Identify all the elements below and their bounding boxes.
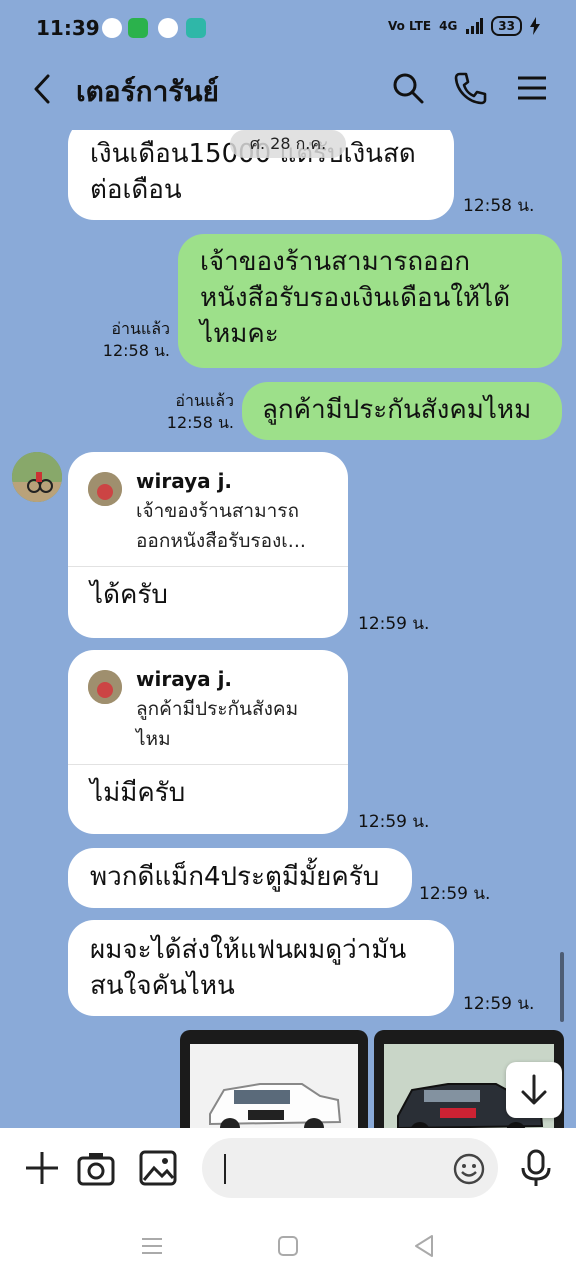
status-bar: 11:39 Vo LTE 4G 33 <box>0 0 576 48</box>
contact-name[interactable]: เตอร์การันย์ <box>76 70 219 114</box>
quoted-message[interactable]: wiraya j. ลูกค้ามีประกันสังคม ไหม <box>68 650 348 765</box>
text-caret <box>224 1154 226 1184</box>
search-icon[interactable] <box>390 70 426 106</box>
quoted-text-line: ไหม <box>136 728 171 750</box>
message-time: 12:59 น. <box>419 884 491 904</box>
recents-icon[interactable] <box>138 1232 166 1260</box>
message-input[interactable] <box>202 1138 498 1198</box>
message-text-line: ผมจะได้ส่งให้แฟนผมดูว่ามัน <box>90 935 407 965</box>
image-message[interactable] <box>180 1030 368 1128</box>
message-time: 12:59 น. <box>463 994 535 1014</box>
quoted-avatar <box>88 472 122 506</box>
message-time: 12:58 น. <box>463 196 535 216</box>
read-receipt: อ่านแล้ว 12:58 น. <box>166 391 234 432</box>
back-nav-icon[interactable] <box>410 1232 438 1260</box>
arrow-down-icon <box>521 1074 547 1105</box>
reply-message[interactable]: wiraya j. เจ้าของร้านสามารถ ออกหนังสือรั… <box>68 452 348 638</box>
quoted-sender: wiraya j. <box>136 667 233 691</box>
outgoing-message[interactable]: เจ้าของร้านสามารถออก หนังสือรับรองเงินเด… <box>178 234 562 368</box>
quoted-text-line: เจ้าของร้านสามารถ <box>136 500 300 522</box>
message-text-line: ต่อเดือน <box>90 175 182 205</box>
read-receipt: อ่านแล้ว 12:58 น. <box>102 319 170 360</box>
message-text: ได้ครับ <box>90 580 168 610</box>
quoted-avatar <box>88 670 122 704</box>
contact-avatar[interactable] <box>12 452 62 502</box>
date-separator: ศ. 28 ก.ค. <box>230 130 346 158</box>
app-notification-icon <box>128 18 148 38</box>
app-icon <box>186 18 206 38</box>
incoming-message[interactable]: ผมจะได้ส่งให้แฟนผมดูว่ามัน สนใจคันไหน <box>68 920 454 1016</box>
status-time: 11:39 <box>36 16 100 40</box>
signal-icon <box>466 18 484 34</box>
message-text-line: ไหมคะ <box>200 319 279 349</box>
quoted-text-line: ลูกค้ามีประกันสังคม <box>136 698 299 720</box>
mic-icon[interactable] <box>516 1148 556 1188</box>
image-icon[interactable] <box>138 1148 178 1188</box>
phone-icon[interactable] <box>452 70 488 106</box>
message-input-bar <box>0 1128 576 1210</box>
reply-message[interactable]: wiraya j. ลูกค้ามีประกันสังคม ไหม ไม่มีค… <box>68 650 348 834</box>
message-text-line: เจ้าของร้านสามารถออก <box>200 247 471 277</box>
outgoing-message[interactable]: ลูกค้ามีประกันสังคมไหม <box>242 382 562 440</box>
quoted-text-line: ออกหนังสือรับรองเ... <box>136 530 306 552</box>
system-nav-bar <box>0 1210 576 1280</box>
message-text: พวกดีแม็ก4ประตูมีมั้ยครับ <box>90 862 380 892</box>
charging-icon <box>530 17 540 35</box>
incoming-message[interactable]: พวกดีแม็ก4ประตูมีมั้ยครับ <box>68 848 412 908</box>
volte-label: Vo LTE <box>387 19 432 33</box>
network-label: 4G <box>439 19 458 33</box>
scroll-to-bottom-button[interactable] <box>506 1062 562 1118</box>
message-time: 12:59 น. <box>358 614 430 634</box>
back-icon[interactable] <box>28 72 58 106</box>
message-text: ลูกค้ามีประกันสังคมไหม <box>262 395 532 425</box>
chat-area[interactable]: เงินเดือน15000 แต่รับเงินสด ต่อเดือน ศ. … <box>0 130 576 1128</box>
quoted-message[interactable]: wiraya j. เจ้าของร้านสามารถ ออกหนังสือรั… <box>68 452 348 567</box>
camera-icon[interactable] <box>76 1148 116 1188</box>
message-text-line: หนังสือรับรองเงินเดือนให้ได้ <box>200 283 511 313</box>
menu-icon[interactable] <box>514 70 550 106</box>
chat-bubble-icon <box>102 18 122 38</box>
quoted-sender: wiraya j. <box>136 469 233 493</box>
truck-photo <box>190 1044 358 1128</box>
avatar-image <box>12 452 62 502</box>
plus-icon[interactable] <box>22 1148 62 1188</box>
scrollbar[interactable] <box>560 952 564 1022</box>
message-text-line: สนใจคันไหน <box>90 971 235 1001</box>
battery-indicator: 33 <box>491 16 522 36</box>
chat-header: เตอร์การันย์ <box>0 48 576 130</box>
home-icon[interactable] <box>274 1232 302 1260</box>
message-text: ไม่มีครับ <box>90 778 186 808</box>
alert-icon <box>158 18 178 38</box>
message-time: 12:59 น. <box>358 812 430 832</box>
status-right: Vo LTE 4G 33 <box>388 16 540 36</box>
emoji-icon[interactable] <box>452 1152 486 1186</box>
